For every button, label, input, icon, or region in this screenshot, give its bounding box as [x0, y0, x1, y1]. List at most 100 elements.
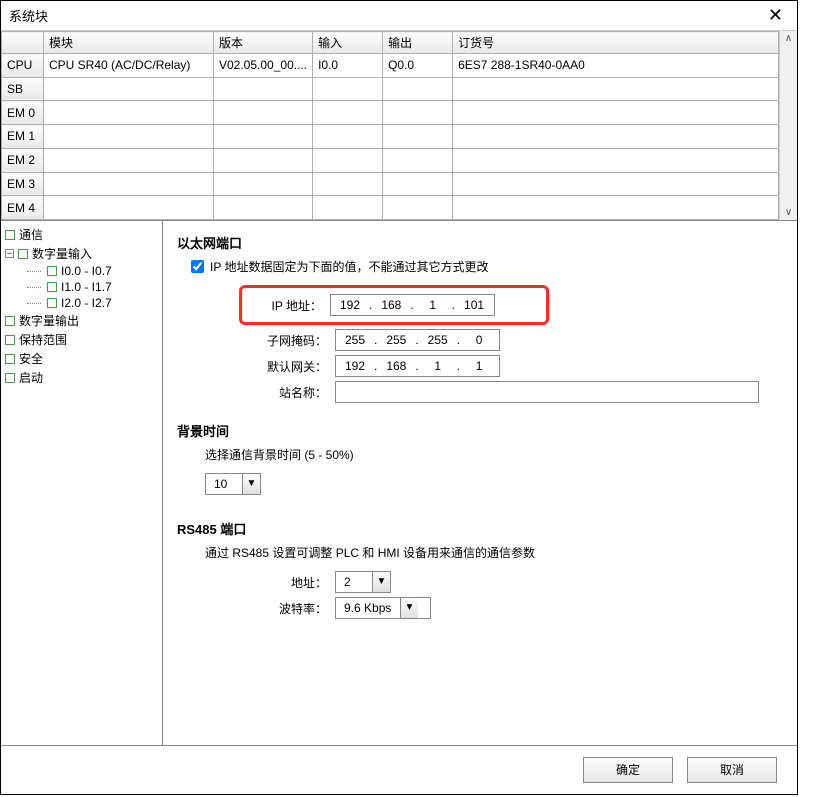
- rs485-addr-label: 地址：: [247, 574, 335, 591]
- table-scrollbar[interactable]: ∧ ∨: [779, 31, 797, 220]
- tree-din-2[interactable]: I2.0 - I2.7: [3, 295, 160, 311]
- tree-retain[interactable]: 保持范围: [3, 330, 160, 349]
- subnet-mask-input[interactable]: . . .: [335, 329, 500, 351]
- row-slot: EM 4: [2, 196, 44, 220]
- row-order: [453, 148, 779, 172]
- close-icon[interactable]: ✕: [762, 5, 789, 26]
- rs485-note: 通过 RS485 设置可调整 PLC 和 HMI 设备用来通信的通信参数: [205, 544, 783, 561]
- row-version: [214, 125, 313, 149]
- mask-oct-2[interactable]: [379, 333, 413, 347]
- scroll-down-icon[interactable]: ∨: [785, 207, 792, 218]
- row-input: [313, 125, 383, 149]
- rs485-baud-select[interactable]: 9.6 Kbps ▼: [335, 597, 431, 619]
- tree-din[interactable]: −数字量输入: [3, 244, 160, 263]
- row-slot: EM 3: [2, 172, 44, 196]
- gateway-input[interactable]: . . .: [335, 355, 500, 377]
- module-table[interactable]: 模块 版本 输入 输出 订货号 CPUCPU SR40 (AC/DC/Relay…: [1, 31, 779, 220]
- ip-address-input[interactable]: . . .: [330, 294, 495, 316]
- tree-dout[interactable]: 数字量输出: [3, 311, 160, 330]
- table-row[interactable]: CPUCPU SR40 (AC/DC/Relay)V02.05.00_00...…: [2, 54, 779, 78]
- scroll-up-icon[interactable]: ∧: [785, 33, 792, 44]
- row-output: [383, 148, 453, 172]
- row-input: I0.0: [313, 54, 383, 78]
- ip-oct-1[interactable]: [333, 298, 367, 312]
- mask-oct-1[interactable]: [338, 333, 372, 347]
- ok-button[interactable]: 确定: [583, 757, 673, 783]
- table-row[interactable]: EM 2: [2, 148, 779, 172]
- row-module[interactable]: [44, 77, 214, 101]
- mask-oct-4[interactable]: [462, 333, 496, 347]
- eth-title: 以太网端口: [177, 233, 783, 252]
- row-slot: EM 1: [2, 125, 44, 149]
- row-module[interactable]: [44, 172, 214, 196]
- col-order: 订货号: [453, 32, 779, 54]
- bgtime-note: 选择通信背景时间 (5 - 50%): [205, 446, 783, 463]
- row-module[interactable]: [44, 101, 214, 125]
- rs485-baud-label: 波特率：: [247, 600, 335, 617]
- row-version: V02.05.00_00....: [214, 54, 313, 78]
- row-module[interactable]: [44, 196, 214, 220]
- chevron-down-icon[interactable]: ▼: [372, 572, 390, 592]
- bgtime-title: 背景时间: [177, 421, 783, 440]
- ip-label: IP 地址：: [242, 297, 330, 314]
- content-panel: 以太网端口 IP 地址数据固定为下面的值，不能通过其它方式更改 IP 地址： .…: [163, 221, 797, 745]
- nav-tree: 通信 −数字量输入 I0.0 - I0.7 I1.0 - I1.7 I2.0 -…: [1, 221, 163, 745]
- row-output: [383, 125, 453, 149]
- bgtime-select[interactable]: 10 ▼: [205, 473, 261, 495]
- row-version: [214, 101, 313, 125]
- ip-oct-4[interactable]: [457, 298, 491, 312]
- bgtime-value: 10: [206, 477, 242, 491]
- tree-comm[interactable]: 通信: [3, 225, 160, 244]
- tree-din-0[interactable]: I0.0 - I0.7: [3, 263, 160, 279]
- gw-oct-1[interactable]: [338, 359, 372, 373]
- ip-oct-2[interactable]: [374, 298, 408, 312]
- row-output: [383, 196, 453, 220]
- row-order: [453, 196, 779, 220]
- row-module[interactable]: [44, 125, 214, 149]
- row-input: [313, 101, 383, 125]
- station-label: 站名称：: [247, 384, 335, 401]
- ip-fixed-label: IP 地址数据固定为下面的值，不能通过其它方式更改: [210, 258, 488, 275]
- row-module[interactable]: [44, 148, 214, 172]
- tree-safety[interactable]: 安全: [3, 349, 160, 368]
- tree-startup[interactable]: 启动: [3, 368, 160, 387]
- mask-oct-3[interactable]: [421, 333, 455, 347]
- row-output: [383, 172, 453, 196]
- row-output: Q0.0: [383, 54, 453, 78]
- table-row[interactable]: EM 4: [2, 196, 779, 220]
- chevron-down-icon[interactable]: ▼: [242, 474, 260, 494]
- table-row[interactable]: EM 3: [2, 172, 779, 196]
- ip-highlight: IP 地址： . . .: [239, 285, 549, 325]
- button-bar: 确定 取消: [1, 745, 797, 793]
- row-slot: EM 0: [2, 101, 44, 125]
- gw-oct-3[interactable]: [421, 359, 455, 373]
- gw-oct-4[interactable]: [462, 359, 496, 373]
- col-version: 版本: [214, 32, 313, 54]
- row-slot: SB: [2, 77, 44, 101]
- row-version: [214, 172, 313, 196]
- ip-fixed-checkbox[interactable]: [191, 260, 204, 273]
- row-module[interactable]: CPU SR40 (AC/DC/Relay): [44, 54, 214, 78]
- gw-oct-2[interactable]: [379, 359, 413, 373]
- cancel-button[interactable]: 取消: [687, 757, 777, 783]
- col-input: 输入: [313, 32, 383, 54]
- row-order: [453, 101, 779, 125]
- col-blank: [2, 32, 44, 54]
- table-row[interactable]: SB: [2, 77, 779, 101]
- row-input: [313, 196, 383, 220]
- table-row[interactable]: EM 0: [2, 101, 779, 125]
- rs485-baud-value: 9.6 Kbps: [336, 601, 400, 615]
- tree-din-1[interactable]: I1.0 - I1.7: [3, 279, 160, 295]
- rs485-addr-select[interactable]: 2 ▼: [335, 571, 391, 593]
- row-version: [214, 196, 313, 220]
- rs485-title: RS485 端口: [177, 519, 783, 538]
- chevron-down-icon[interactable]: ▼: [400, 598, 418, 618]
- table-row[interactable]: EM 1: [2, 125, 779, 149]
- row-order: [453, 125, 779, 149]
- row-order: [453, 77, 779, 101]
- row-slot: CPU: [2, 54, 44, 78]
- station-name-input[interactable]: [335, 381, 759, 403]
- ip-oct-3[interactable]: [416, 298, 450, 312]
- mask-label: 子网掩码：: [247, 332, 335, 349]
- row-version: [214, 77, 313, 101]
